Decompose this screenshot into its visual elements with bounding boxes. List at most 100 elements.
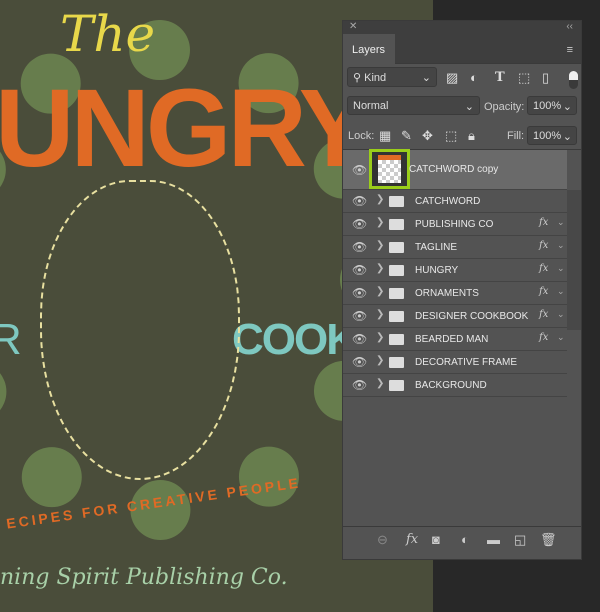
group-folder-icon (389, 380, 404, 391)
opacity-input[interactable]: 100% ⌄ (527, 96, 577, 115)
lock-label: Lock: (348, 130, 375, 142)
blend-mode-value: Normal (353, 100, 389, 112)
tab-layers[interactable]: Layers (343, 34, 395, 65)
expand-effects-chevron-icon[interactable]: ⌄ (557, 332, 565, 343)
smart-object-filter-icon[interactable]: ▯ (542, 70, 549, 86)
expand-group-chevron-icon[interactable]: ❯ (376, 332, 384, 343)
layer-name: HUNGRY (415, 265, 459, 276)
expand-effects-chevron-icon[interactable]: ⌄ (557, 217, 565, 228)
layer-name: BACKGROUND (415, 380, 487, 391)
layer-effects-fx-icon[interactable]: fx (539, 286, 548, 297)
new-group-folder-icon[interactable]: ▬ (487, 532, 500, 547)
group-folder-icon (389, 242, 404, 253)
collapse-panel-button[interactable]: ‹‹ (566, 21, 573, 32)
layer-catchword[interactable]: 👁︎ ❯ CATCHWORD (343, 190, 567, 213)
close-panel-button[interactable]: ✕ (349, 21, 357, 32)
delete-layer-trash-icon[interactable]: 🗑︎ (540, 532, 557, 548)
lock-artboard-icon[interactable]: ⬚ (445, 128, 457, 144)
layer-publishing-co[interactable]: 👁︎ ❯ PUBLISHING CO fx ⌄ (343, 213, 567, 236)
blend-mode-select[interactable]: Normal ⌄ (347, 96, 480, 115)
layer-name: DECORATIVE FRAME (415, 357, 518, 368)
add-layer-style-fx-icon[interactable]: fx (406, 532, 418, 547)
new-adjustment-layer-icon[interactable]: ◐ (461, 532, 469, 547)
layer-background[interactable]: 👁︎ ❯ BACKGROUND (343, 374, 567, 397)
layer-scrollbar[interactable] (567, 190, 581, 330)
group-folder-icon (389, 196, 404, 207)
shape-filter-icon[interactable]: ⬚ (518, 70, 530, 86)
layer-effects-fx-icon[interactable]: fx (539, 332, 548, 343)
layer-effects-fx-icon[interactable]: fx (539, 217, 548, 228)
lock-all-icon[interactable]: 🔒︎ (468, 128, 475, 144)
expand-effects-chevron-icon[interactable]: ⌄ (557, 263, 565, 274)
layer-name: PUBLISHING CO (415, 219, 494, 230)
group-folder-icon (389, 334, 404, 345)
expand-effects-chevron-icon[interactable]: ⌄ (557, 309, 565, 320)
fill-input[interactable]: 100% ⌄ (527, 126, 577, 145)
fill-value: 100% (533, 130, 562, 142)
filter-toggle[interactable] (569, 71, 578, 89)
visibility-eye-icon[interactable]: 👁︎ (352, 194, 367, 208)
layer-effects-fx-icon[interactable]: fx (539, 309, 548, 320)
lock-position-move-icon[interactable]: ✥ (422, 128, 433, 144)
layer-catchword-copy[interactable]: 👁︎ CATCHWORD copy (343, 149, 567, 190)
layer-designer-cookbook[interactable]: 👁︎ ❯ DESIGNER COOKBOOK fx ⌄ (343, 305, 567, 328)
lock-transparent-icon[interactable]: ▦ (379, 128, 391, 144)
group-folder-icon (389, 288, 404, 299)
visibility-eye-icon[interactable]: 👁︎ (352, 355, 367, 369)
visibility-eye-icon[interactable]: 👁︎ (352, 263, 367, 277)
visibility-eye-icon[interactable]: 👁︎ (352, 163, 367, 177)
layer-effects-fx-icon[interactable]: fx (539, 263, 548, 274)
art-left-letter: R (0, 315, 22, 364)
layer-decorative-frame[interactable]: 👁︎ ❯ DECORATIVE FRAME (343, 351, 567, 374)
lock-pixels-brush-icon[interactable]: ✎ (401, 128, 412, 144)
art-the: The (60, 5, 156, 63)
expand-group-chevron-icon[interactable]: ❯ (376, 240, 384, 251)
layer-name: TAGLINE (415, 242, 458, 253)
type-filter-icon[interactable]: T (495, 70, 505, 85)
layer-tagline[interactable]: 👁︎ ❯ TAGLINE fx ⌄ (343, 236, 567, 259)
link-layers-icon[interactable]: ⊖ (377, 532, 388, 548)
expand-group-chevron-icon[interactable]: ❯ (376, 263, 384, 274)
layer-ornaments[interactable]: 👁︎ ❯ ORNAMENTS fx ⌄ (343, 282, 567, 305)
visibility-eye-icon[interactable]: 👁︎ (352, 332, 367, 346)
add-mask-icon[interactable]: ◙ (432, 532, 440, 547)
group-folder-icon (389, 311, 404, 322)
art-publisher: ning Spirit Publishing Co. (0, 565, 288, 590)
layer-bearded-man[interactable]: 👁︎ ❯ BEARDED MAN fx ⌄ (343, 328, 567, 351)
visibility-eye-icon[interactable]: 👁︎ (352, 240, 367, 254)
fill-label: Fill: (507, 130, 525, 142)
panel-menu-icon[interactable]: ≡ (567, 44, 573, 56)
bearded-man-illustration (40, 180, 240, 480)
panel-topbar: ✕ ‹‹ (343, 21, 581, 34)
opacity-label: Opacity: (484, 101, 525, 113)
expand-group-chevron-icon[interactable]: ❯ (376, 355, 384, 366)
lock-row: Lock: ▦ ✎ ✥ ⬚ 🔒︎ Fill: 100% ⌄ (343, 124, 581, 150)
visibility-eye-icon[interactable]: 👁︎ (352, 217, 367, 231)
group-folder-icon (389, 219, 404, 230)
layer-name: CATCHWORD (415, 196, 481, 207)
art-hungry: UNGRY (0, 67, 372, 190)
layers-panel: ✕ ‹‹ Layers ≡ ⚲ Kind ⌄ ▨ ◐ T ⬚ ▯ Normal ⌄ … (342, 20, 582, 560)
opacity-value: 100% (533, 100, 562, 112)
visibility-eye-icon[interactable]: 👁︎ (352, 309, 367, 323)
layer-effects-fx-icon[interactable]: fx (539, 240, 548, 251)
expand-effects-chevron-icon[interactable]: ⌄ (557, 240, 565, 251)
blend-row: Normal ⌄ Opacity: 100% ⌄ (343, 96, 581, 120)
layer-name: BEARDED MAN (415, 334, 489, 345)
filter-row: ⚲ Kind ⌄ ▨ ◐ T ⬚ ▯ (343, 67, 581, 91)
layer-hungry[interactable]: 👁︎ ❯ HUNGRY fx ⌄ (343, 259, 567, 282)
visibility-eye-icon[interactable]: 👁︎ (352, 378, 367, 392)
expand-group-chevron-icon[interactable]: ❯ (376, 309, 384, 320)
expand-effects-chevron-icon[interactable]: ⌄ (557, 286, 565, 297)
expand-group-chevron-icon[interactable]: ❯ (376, 194, 384, 205)
group-folder-icon (389, 357, 404, 368)
expand-group-chevron-icon[interactable]: ❯ (376, 217, 384, 228)
expand-group-chevron-icon[interactable]: ❯ (376, 378, 384, 389)
filter-kind-select[interactable]: ⚲ Kind ⌄ (347, 67, 437, 87)
expand-group-chevron-icon[interactable]: ❯ (376, 286, 384, 297)
visibility-eye-icon[interactable]: 👁︎ (352, 286, 367, 300)
layer-name: CATCHWORD copy (409, 164, 499, 175)
adjustment-filter-icon[interactable]: ◐ (470, 70, 478, 85)
pixel-filter-icon[interactable]: ▨ (446, 70, 458, 86)
new-layer-icon[interactable]: ◱ (514, 532, 526, 548)
